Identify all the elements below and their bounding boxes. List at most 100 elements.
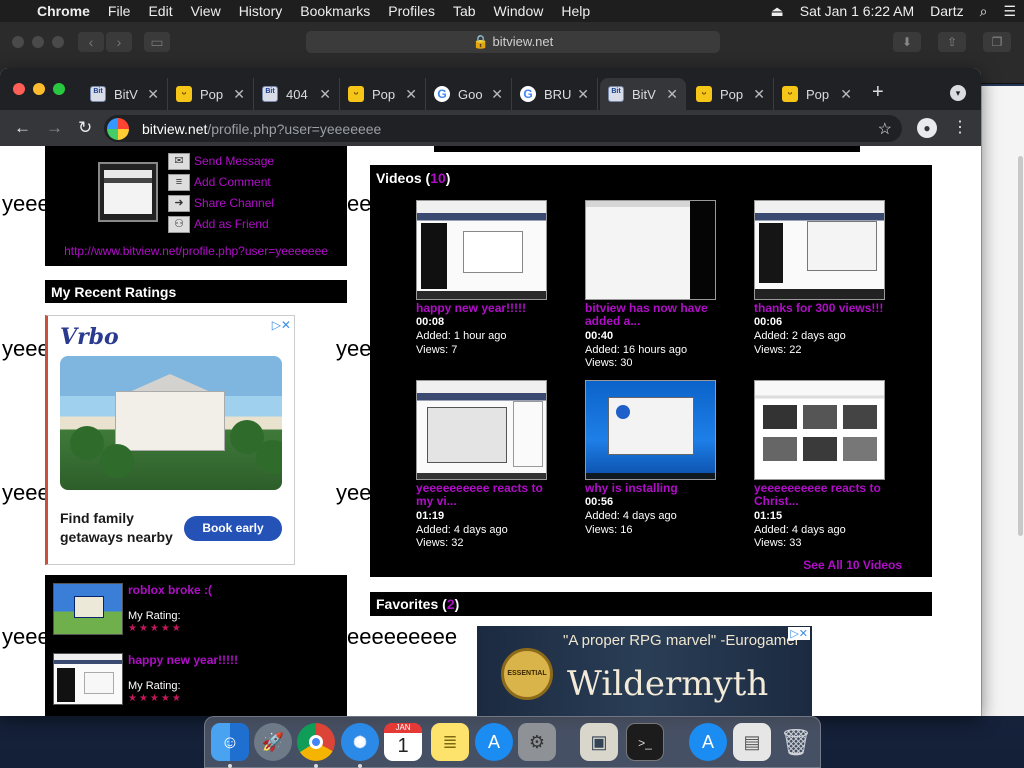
forward-icon[interactable]: → [46, 118, 63, 138]
ad-choices-close-icon[interactable]: ▷✕ [272, 318, 291, 332]
close-tab-icon[interactable]: ✕ [405, 86, 417, 103]
tab-popcat-1[interactable]: ᵕ Pop ✕ [168, 78, 254, 110]
tab-bitview-1[interactable]: Bit BitV ✕ [82, 78, 168, 110]
see-all-videos-link[interactable]: See All 10 Videos [803, 558, 902, 572]
video-thumbnail[interactable] [754, 380, 885, 480]
close-tab-icon[interactable]: ✕ [319, 86, 331, 103]
tab-404[interactable]: Bit 404 ✕ [254, 78, 340, 110]
spotlight-search-icon[interactable]: ⌕ [972, 0, 996, 22]
tab-popcat-3[interactable]: ᵕ Pop ✕ [688, 78, 774, 110]
video-thumbnail[interactable] [585, 380, 716, 480]
new-tab-icon[interactable]: + [872, 81, 884, 104]
close-tab-icon[interactable]: ✕ [491, 86, 503, 103]
address-bar[interactable]: bitview.net/profile.php?user=yeeeeeee ☆ [104, 115, 902, 142]
menubar-user[interactable]: Dartz [922, 0, 971, 22]
menu-history[interactable]: History [230, 0, 292, 22]
recent-ratings-heading: My Recent Ratings [45, 280, 347, 303]
menu-view[interactable]: View [182, 0, 230, 22]
rating-thumbnail[interactable] [53, 583, 123, 635]
tab-google[interactable]: G Goo ✕ [426, 78, 512, 110]
chrome-icon[interactable] [297, 723, 335, 761]
video-views: Views: 33 [754, 537, 802, 549]
system-preferences-icon[interactable]: ⚙ [518, 723, 556, 761]
video-thumbnail[interactable] [754, 200, 885, 300]
channel-avatar[interactable] [98, 162, 158, 222]
terminal-icon[interactable]: >_ [626, 723, 664, 761]
profile-url-link[interactable]: http://www.bitview.net/profile.php?user=… [45, 244, 347, 258]
video-title[interactable]: why is installing [585, 482, 725, 495]
share-channel-link[interactable]: ➜ Share Channel [168, 193, 274, 213]
send-message-link[interactable]: ✉ Send Message [168, 151, 274, 171]
ad-choices-close-icon[interactable]: ▷✕ [788, 627, 810, 640]
background-scrollbar[interactable] [1018, 156, 1023, 536]
close-tab-icon[interactable]: ✕ [840, 86, 852, 103]
menu-file[interactable]: File [99, 0, 140, 22]
add-friend-link[interactable]: ⚇ Add as Friend [168, 214, 269, 234]
safari-icon[interactable]: ✶ [341, 723, 379, 761]
tab-popcat-2[interactable]: ᵕ Pop ✕ [340, 78, 426, 110]
video-title[interactable]: yeeeeeeeeee reacts to Christ... [754, 482, 894, 508]
video-thumbnail[interactable] [416, 380, 547, 480]
menu-tab[interactable]: Tab [444, 0, 485, 22]
close-window-icon[interactable] [13, 83, 25, 95]
file-icon[interactable]: ▤ [733, 723, 771, 761]
video-title[interactable]: yeeeeeeeeee reacts to my vi... [416, 482, 556, 508]
maximize-window-icon[interactable] [53, 83, 65, 95]
trash-icon[interactable]: 🗑 [777, 723, 815, 761]
app-store-icon[interactable]: A [689, 723, 727, 761]
vrbo-ad[interactable]: Vrbo ▷✕ Find family getaways nearby Book… [45, 315, 295, 565]
site-info-icon[interactable] [107, 117, 129, 140]
menu-kebab-icon[interactable]: ⋮ [952, 117, 968, 137]
close-tab-icon[interactable]: ✕ [577, 86, 589, 103]
tab-popcat-4[interactable]: ᵕ Pop ✕ [774, 78, 860, 110]
reload-icon[interactable]: ↻ [78, 118, 92, 138]
close-tab-icon[interactable]: ✕ [233, 86, 245, 103]
preview-icon[interactable]: ▣ [580, 723, 618, 761]
rating-thumbnail[interactable] [53, 653, 123, 705]
calendar-icon[interactable]: JAN 1 [384, 723, 422, 761]
notes-icon[interactable]: ≣ [431, 723, 469, 761]
close-tab-icon[interactable]: ✕ [666, 86, 678, 103]
menu-help[interactable]: Help [552, 0, 599, 22]
rating-video-title[interactable]: roblox broke :( [128, 583, 212, 597]
minimize-window-icon[interactable] [33, 83, 45, 95]
menu-app-name[interactable]: Chrome [28, 0, 99, 22]
bg-share-icon[interactable]: ⇧ [938, 32, 966, 52]
bg-back-icon[interactable]: ‹ [78, 32, 104, 52]
app-store-icon[interactable]: A [475, 723, 513, 761]
tab-google-2[interactable]: G BRU ✕ [512, 78, 598, 110]
close-tab-icon[interactable]: ✕ [753, 86, 765, 103]
close-tab-icon[interactable]: ✕ [147, 86, 159, 103]
menu-bookmarks[interactable]: Bookmarks [291, 0, 379, 22]
book-early-button[interactable]: Book early [184, 516, 282, 541]
bg-url-field[interactable]: 🔒 bitview.net [306, 31, 720, 53]
video-title[interactable]: happy new year!!!!! [416, 302, 556, 315]
back-icon[interactable]: ← [14, 118, 31, 138]
add-comment-link[interactable]: ≡ Add Comment [168, 172, 271, 192]
wildermyth-ad[interactable]: ESSENTIAL "A proper RPG marvel" -Eurogam… [477, 626, 812, 716]
menu-profiles[interactable]: Profiles [379, 0, 444, 22]
rating-stars: ★★★★★ [128, 623, 183, 634]
videos-count[interactable]: 10 [430, 170, 446, 186]
menubar-clock[interactable]: Sat Jan 1 6:22 AM [792, 0, 922, 22]
tab-search-icon[interactable]: ▾ [950, 85, 966, 101]
bg-sidebar-icon[interactable]: ▭ [144, 32, 170, 52]
video-title[interactable]: thanks for 300 views!!! [754, 302, 894, 315]
launchpad-icon[interactable]: 🚀 [254, 723, 292, 761]
eject-icon[interactable]: ⏏ [763, 0, 792, 22]
bg-download-icon[interactable]: ⬇ [893, 32, 921, 52]
bg-forward-icon[interactable]: › [106, 32, 132, 52]
video-title[interactable]: bitview has now have added a... [585, 302, 725, 328]
bookmark-star-icon[interactable]: ☆ [878, 119, 892, 139]
finder-icon[interactable]: ☺ [211, 723, 249, 761]
menu-edit[interactable]: Edit [139, 0, 181, 22]
control-center-icon[interactable]: ☰ [995, 0, 1024, 22]
video-thumbnail[interactable] [416, 200, 547, 300]
favorites-count[interactable]: 2 [447, 596, 455, 612]
bg-tabs-icon[interactable]: ❐ [983, 32, 1011, 52]
profile-avatar-icon[interactable]: ● [917, 118, 937, 138]
rating-video-title[interactable]: happy new year!!!!! [128, 653, 238, 667]
menu-window[interactable]: Window [485, 0, 553, 22]
video-thumbnail[interactable] [585, 200, 716, 300]
tab-bitview-active[interactable]: Bit BitV ✕ [600, 78, 686, 110]
